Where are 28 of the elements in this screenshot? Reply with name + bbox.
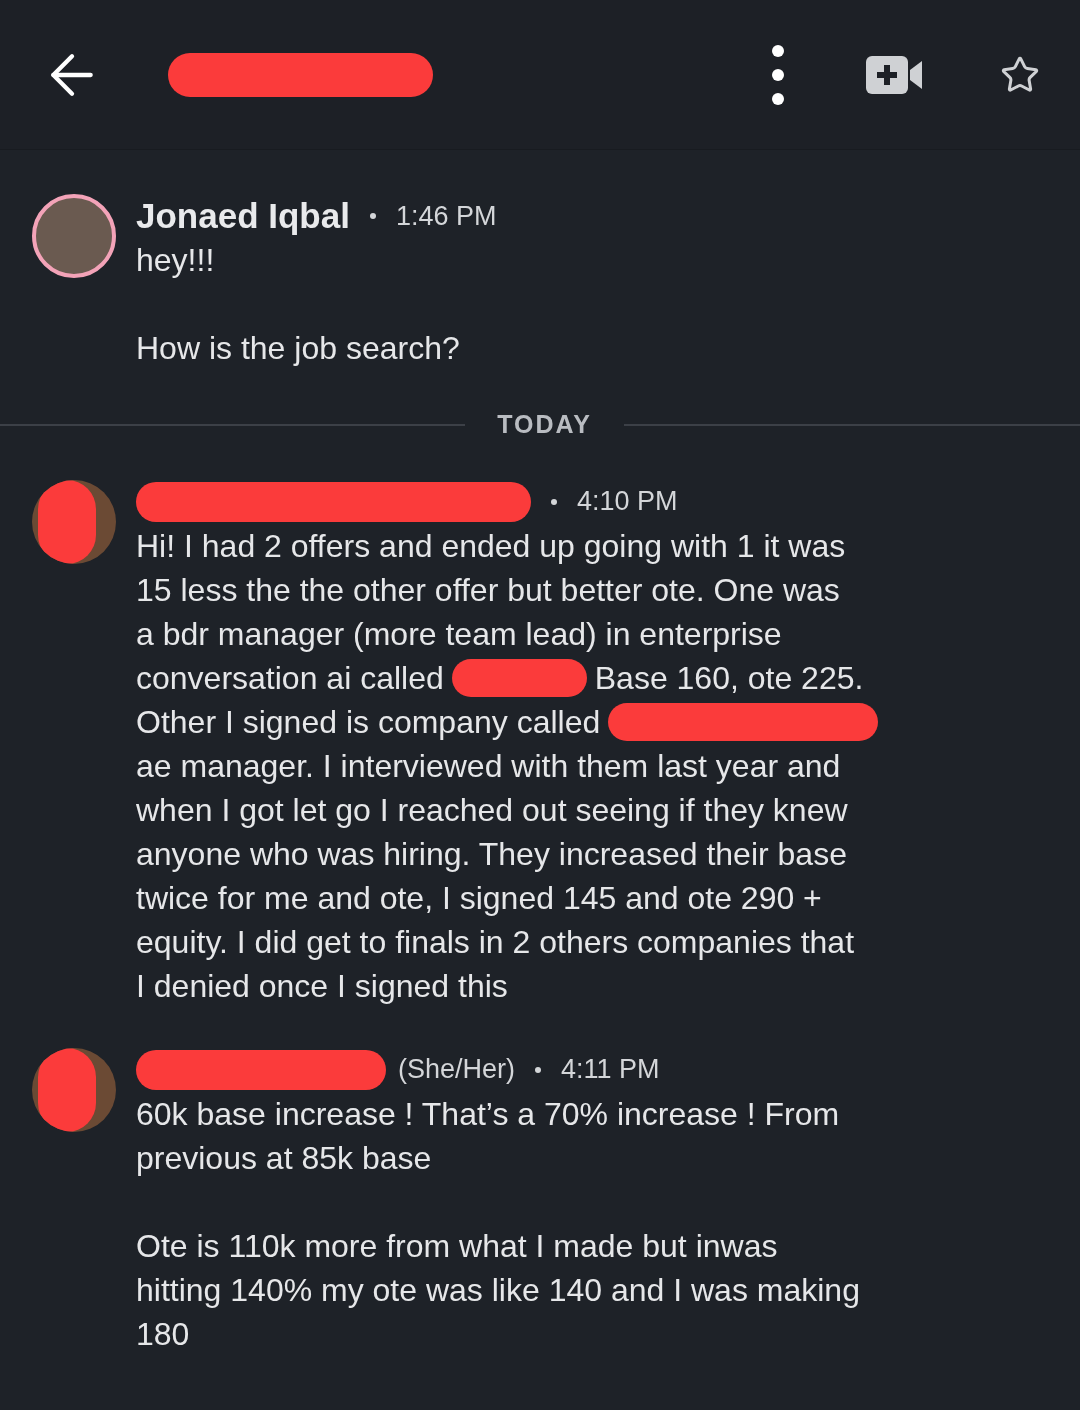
star-button[interactable] xyxy=(1000,54,1040,95)
pronouns: (She/Her) xyxy=(398,1053,516,1087)
message-text: when I got let go I reached out seeing if they knew xyxy=(136,790,848,830)
message-text: conversation ai called xyxy=(136,658,444,698)
message-text: ae manager. I interviewed with them last year and xyxy=(136,746,841,786)
message-text: How is the job search? xyxy=(136,329,460,368)
video-plus-icon xyxy=(866,55,924,94)
message-text: Hi! I had 2 offers and ended up going with 1 it was xyxy=(136,526,846,566)
message-text: a bdr manager (more team lead) in enterprise xyxy=(136,614,782,654)
message-text: Base 160, ote 225. xyxy=(594,658,864,698)
timestamp: 1:46 PM xyxy=(395,199,497,233)
message-text: hitting 140% my ote was like 140 and I was making xyxy=(136,1270,860,1310)
message-text: I denied once I signed this xyxy=(136,966,508,1006)
message-text: Ote is 110k more from what I made but inwas xyxy=(136,1226,778,1266)
message-text: equity. I did get to finals in 2 others companies that xyxy=(136,922,855,962)
day-divider: TODAY xyxy=(497,409,592,440)
message-text: 15 less the the other offer but better ote. One was xyxy=(136,570,840,610)
video-call-button[interactable] xyxy=(866,55,924,94)
message-text: hey!!! xyxy=(136,241,215,280)
message-text: 60k base increase ! That’s a 70% increase ! From xyxy=(136,1094,840,1134)
timestamp: 4:11 PM xyxy=(561,1053,660,1087)
message-text: previous at 85k base xyxy=(136,1138,432,1178)
timestamp: 4:10 PM xyxy=(577,485,678,519)
message-text: 180 xyxy=(136,1314,190,1354)
sender-name[interactable]: Jonaed Iqbal xyxy=(136,189,350,243)
message-text: anyone who was hiring. They increased their base xyxy=(136,834,847,874)
message-text: Other I signed is company called xyxy=(136,702,601,742)
message-text: twice for me and ote, I signed 145 and ote 290 + xyxy=(136,878,822,918)
